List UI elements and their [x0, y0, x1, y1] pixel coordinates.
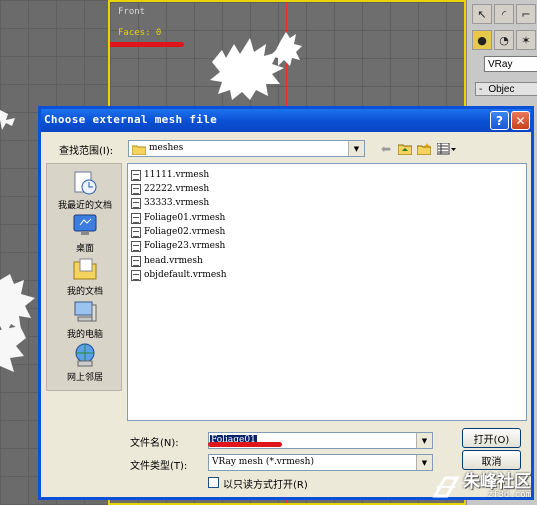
watermark-url: zf3d.com — [487, 490, 531, 500]
place-desktop[interactable]: 桌面 — [47, 213, 123, 254]
filetype-label: 文件类型(T): — [130, 461, 188, 472]
chevron-down-icon[interactable]: ▼ — [416, 455, 432, 470]
file-icon — [131, 197, 141, 209]
place-label: 我最近的文档 — [57, 201, 112, 211]
close-icon[interactable]: ✕ — [511, 111, 530, 130]
look-in-dropdown[interactable]: meshes ▼ — [128, 140, 365, 157]
recent-documents-icon — [70, 170, 100, 196]
filetype-value: VRay mesh (*.vrmesh) — [212, 457, 314, 467]
file-icon — [131, 269, 141, 281]
open-button[interactable]: 打开(O) — [462, 428, 521, 448]
filetype-dropdown[interactable]: VRay mesh (*.vrmesh) ▼ — [208, 454, 433, 471]
annotation-underline-filename — [208, 442, 282, 447]
back-icon[interactable]: ⬅ — [378, 141, 394, 157]
list-item[interactable]: objdefault.vrmesh — [131, 268, 227, 282]
file-icon — [131, 226, 141, 238]
file-icon — [131, 169, 141, 181]
list-item[interactable]: head.vrmesh — [131, 254, 203, 268]
up-folder-icon[interactable] — [397, 141, 413, 157]
place-label: 我的文档 — [66, 287, 103, 297]
select-tool-icon[interactable]: ↖ — [472, 4, 492, 24]
list-item[interactable]: Foliage23.vrmesh — [131, 239, 225, 253]
file-list[interactable]: 11111.vrmesh 22222.vrmesh 33333.vrmesh F… — [127, 163, 527, 421]
desktop-icon — [70, 213, 100, 239]
my-computer-icon — [70, 299, 100, 325]
file-icon — [131, 255, 141, 267]
renderer-dropdown[interactable]: VRay — [484, 56, 537, 72]
chevron-down-icon[interactable]: ▼ — [348, 141, 364, 156]
folder-icon — [132, 145, 146, 155]
place-my-computer[interactable]: 我的电脑 — [47, 299, 123, 340]
watermark-logo-icon — [432, 476, 460, 498]
modify-tool-icon[interactable]: ◜ — [494, 4, 514, 24]
readonly-label: 以只读方式打开(R) — [223, 480, 308, 491]
place-my-documents[interactable]: 我的文档 — [47, 256, 123, 297]
chevron-down-icon[interactable]: ▼ — [416, 433, 432, 448]
list-item[interactable]: 33333.vrmesh — [131, 196, 209, 210]
list-item[interactable]: 22222.vrmesh — [131, 182, 209, 196]
watermark: 朱峰社区 zf3d.com — [431, 474, 531, 500]
place-network[interactable]: 网上邻居 — [47, 342, 123, 383]
place-recent[interactable]: 我最近的文档 — [47, 170, 123, 211]
place-label: 我的电脑 — [66, 330, 103, 340]
list-item[interactable]: 11111.vrmesh — [131, 168, 209, 182]
file-icon — [131, 183, 141, 195]
list-item[interactable]: Foliage01.vrmesh — [131, 211, 225, 225]
list-item[interactable]: Foliage02.vrmesh — [131, 225, 225, 239]
look-in-value: meshes — [149, 143, 184, 153]
lights-icon[interactable]: ✶ — [516, 30, 536, 50]
readonly-checkbox[interactable] — [208, 477, 219, 488]
my-documents-icon — [70, 256, 100, 282]
new-folder-icon[interactable] — [416, 141, 432, 157]
tree-foliage-front — [210, 32, 302, 100]
object-type-label: Objec — [488, 84, 515, 95]
file-icon — [131, 240, 141, 252]
place-label: 桌面 — [75, 244, 94, 254]
dialog-title: Choose external mesh file — [44, 113, 218, 126]
help-icon[interactable]: ? — [490, 111, 509, 130]
dialog-titlebar[interactable]: Choose external mesh file ? ✕ — [41, 109, 531, 132]
file-icon — [131, 212, 141, 224]
shapes-icon[interactable]: ◔ — [494, 30, 514, 50]
network-places-icon — [70, 342, 100, 368]
view-menu-icon[interactable] — [437, 141, 457, 157]
cancel-button[interactable]: 取消 — [462, 450, 521, 470]
look-in-label: 查找范围(I): — [59, 146, 114, 157]
place-label: 网上邻居 — [66, 373, 103, 383]
watermark-text: 朱峰社区 — [463, 472, 531, 492]
places-bar: 我最近的文档 桌面 我的文档 我的电脑 网上邻居 — [46, 163, 122, 391]
object-type-rollout[interactable]: - Objec — [475, 82, 537, 96]
geometry-icon[interactable]: ● — [472, 30, 492, 50]
filename-label: 文件名(N): — [130, 438, 179, 449]
choose-mesh-dialog: Choose external mesh file ? ✕ 查找范围(I): m… — [38, 106, 534, 500]
hierarchy-tool-icon[interactable]: ⌐ — [516, 4, 536, 24]
